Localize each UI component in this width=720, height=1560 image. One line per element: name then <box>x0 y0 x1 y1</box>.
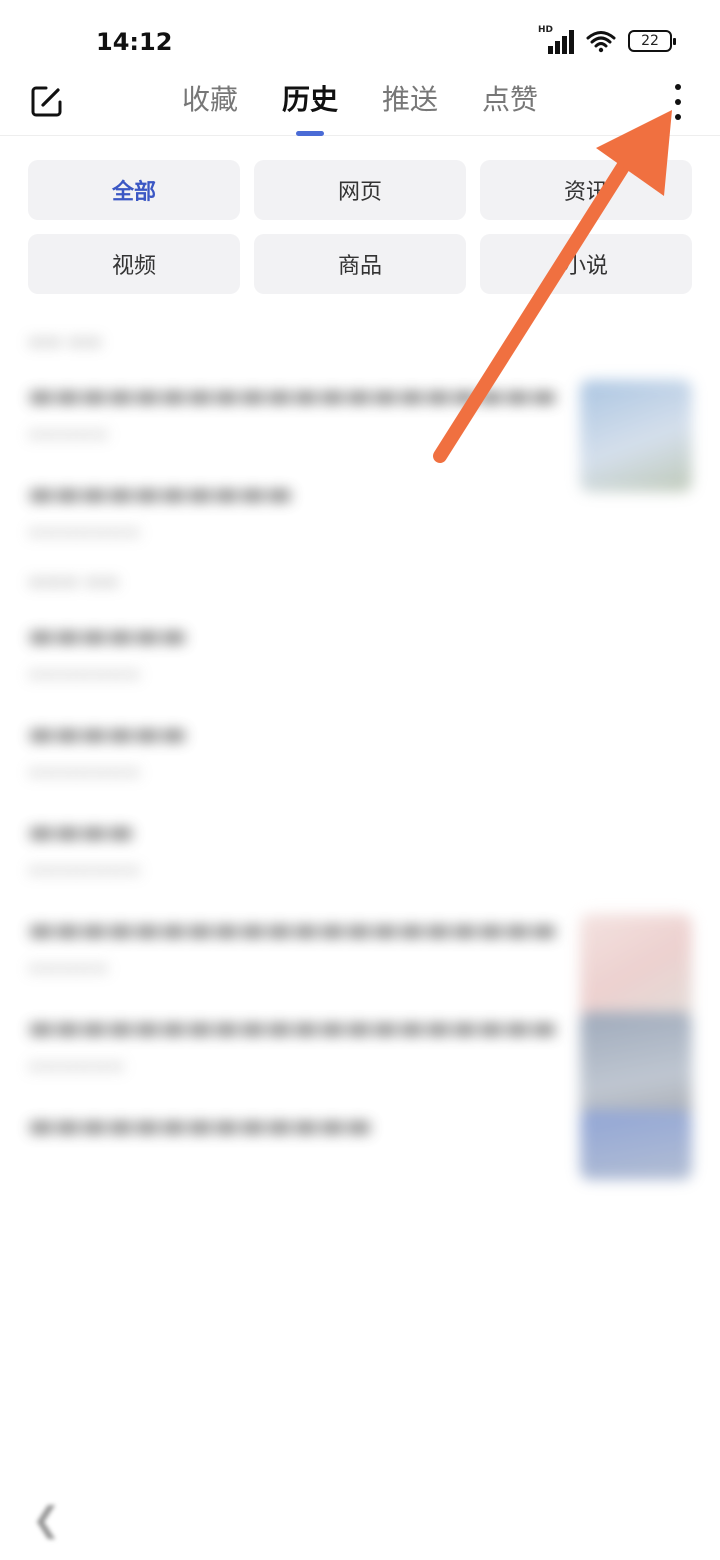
list-item-title: ▬▬▬▬▬▬ <box>28 619 187 652</box>
status-time: 14:12 <box>96 28 173 56</box>
filter-video[interactable]: 视频 <box>28 234 240 294</box>
wifi-icon <box>586 31 616 53</box>
filter-chips: 全部 网页 资讯 视频 商品 小说 <box>28 160 692 294</box>
more-vertical-icon[interactable] <box>666 82 690 122</box>
list-item-url: ▬▬▬▬▬▬▬ <box>28 522 141 542</box>
active-tab-indicator <box>296 131 324 136</box>
list-item-title: ▬▬▬▬▬▬ <box>28 717 187 750</box>
list-item-title: ▬▬▬▬▬▬▬▬▬▬ <box>28 477 293 510</box>
signal-icon: HD <box>538 25 574 54</box>
filter-novel[interactable]: 小说 <box>480 234 692 294</box>
list-item[interactable]: ▬▬▬▬▬▬ ▬▬▬▬▬▬▬ <box>28 604 720 702</box>
list-item-title: ▬▬▬▬▬▬▬▬▬▬▬▬▬▬▬▬▬▬▬▬ <box>28 913 558 946</box>
list-item[interactable]: ▬▬▬▬▬▬▬▬▬▬▬▬▬▬▬▬▬▬▬▬ ▬▬▬▬▬ <box>28 898 720 1026</box>
list-item-thumbnail <box>580 1110 692 1180</box>
filter-news[interactable]: 资讯 <box>480 160 692 220</box>
back-icon[interactable]: ❮ <box>32 1500 61 1540</box>
date-label: ▬▬ ▬▬ <box>28 331 102 352</box>
history-list: ▬▬ ▬▬ ▬▬▬▬▬▬▬▬▬▬▬▬▬▬▬▬▬▬▬▬ ▬▬▬▬▬ ▬▬▬▬▬▬▬… <box>0 320 720 1500</box>
filter-webpage[interactable]: 网页 <box>254 160 466 220</box>
filter-product[interactable]: 商品 <box>254 234 466 294</box>
list-item[interactable]: ▬▬▬▬▬▬▬▬▬▬▬▬▬▬▬▬▬▬▬▬ ▬▬▬▬▬ <box>28 364 720 492</box>
list-item-url: ▬▬▬▬▬▬▬ <box>28 664 141 684</box>
tab-likes[interactable]: 点赞 <box>460 70 560 136</box>
list-item-title: ▬▬▬▬▬▬▬▬▬▬▬▬▬▬▬▬▬▬▬▬ <box>28 1011 558 1044</box>
status-icons: HD 22 <box>538 25 676 54</box>
list-item-url: ▬▬▬▬▬▬▬ <box>28 860 141 880</box>
list-item[interactable]: ▬▬▬▬▬▬▬▬▬▬▬▬▬▬▬▬▬▬▬▬ ▬▬▬▬▬▬ <box>28 996 720 1124</box>
edit-icon[interactable] <box>30 84 64 118</box>
date-label: ▬▬▬ ▬▬ <box>28 571 119 592</box>
list-item-title: ▬▬▬▬ <box>28 815 134 848</box>
tab-history[interactable]: 历史 <box>260 70 360 136</box>
list-item[interactable]: ▬▬▬▬ ▬▬▬▬▬▬▬ <box>28 800 720 898</box>
list-item-title: ▬▬▬▬▬▬▬▬▬▬▬▬▬ <box>28 1109 372 1142</box>
tab-bar: 收藏 历史 推送 点赞 <box>160 70 560 136</box>
tab-push[interactable]: 推送 <box>360 70 460 136</box>
status-bar: 14:12 HD 22 <box>0 0 720 80</box>
filter-all[interactable]: 全部 <box>28 160 240 220</box>
top-navigation: 收藏 历史 推送 点赞 <box>0 70 720 136</box>
list-item[interactable]: ▬▬▬▬▬▬▬▬▬▬ ▬▬▬▬▬▬▬ <box>28 462 720 560</box>
list-item[interactable]: ▬▬▬▬▬▬ ▬▬▬▬▬▬▬ <box>28 702 720 800</box>
battery-icon: 22 <box>628 30 676 52</box>
network-badge: HD <box>538 25 554 35</box>
list-item[interactable]: ▬▬▬▬▬▬▬▬▬▬▬▬▬ <box>28 1094 720 1180</box>
list-item-title: ▬▬▬▬▬▬▬▬▬▬▬▬▬▬▬▬▬▬▬▬ <box>28 379 558 412</box>
list-item-url: ▬▬▬▬▬▬▬ <box>28 762 141 782</box>
tab-favorites[interactable]: 收藏 <box>160 70 260 136</box>
